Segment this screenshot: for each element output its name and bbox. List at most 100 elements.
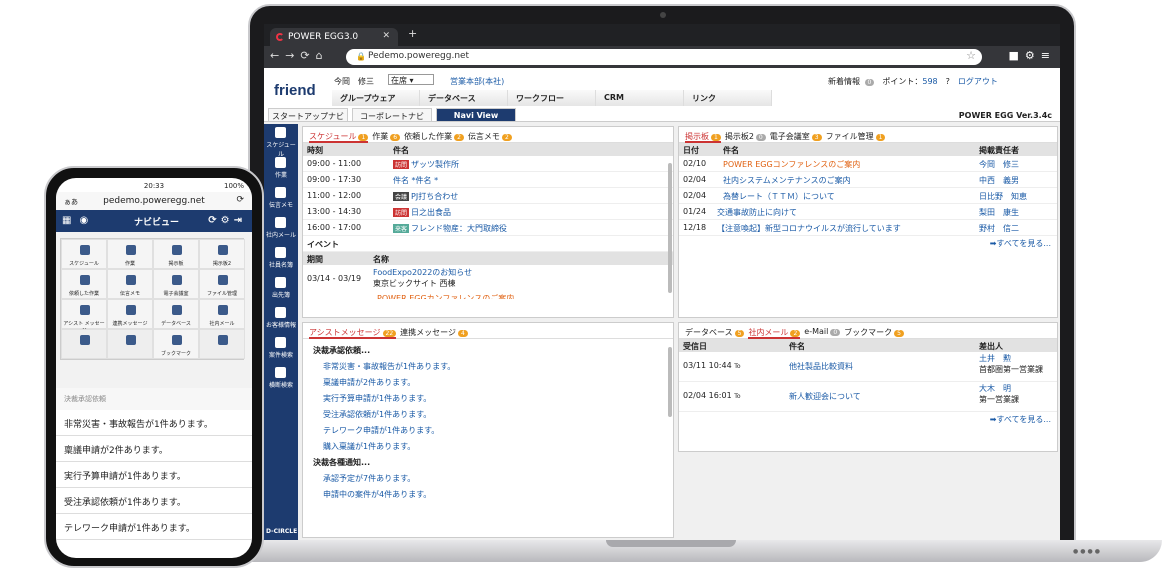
list-item[interactable]: 実行予算申請が1件あります。 — [313, 391, 663, 407]
table-row[interactable]: 11:00 - 12:00 会議 PJ打ち合わせ — [303, 188, 673, 204]
list-item[interactable]: 非常災害・事故報告が1件あります。 — [313, 359, 663, 375]
browser-tab[interactable]: POWER EGG3.0 ✕ — [270, 28, 398, 46]
scrollbar[interactable] — [668, 163, 672, 293]
board-tabs: 掲示板 1 掲示板2 0 電子会議室 3 ファイル管理 1 — [679, 127, 1057, 143]
tile[interactable]: 作業 — [107, 239, 153, 269]
table-row[interactable]: 16:00 - 17:00 来客 フレンド物産：大門取締役 — [303, 220, 673, 236]
tile[interactable]: 依頼した作業 — [61, 269, 107, 299]
list-item[interactable]: 稟議申請が2件あります。 — [56, 436, 252, 462]
tile[interactable]: 電子会議室 — [153, 269, 199, 299]
tab-database[interactable]: データベース 5 — [685, 327, 745, 338]
tile[interactable]: 伝言メモ — [107, 269, 153, 299]
list-item[interactable]: 受注承認依頼が1件あります。 — [313, 407, 663, 423]
news-link[interactable]: 新着情報 — [828, 77, 860, 86]
tab-conference[interactable]: 電子会議室 3 — [770, 131, 822, 142]
sidebar-directory[interactable]: 社員名簿 — [264, 244, 298, 274]
phone-tile-area: スケジュール 作業 掲示板 掲示板2 依頼した作業 伝言メモ 電子会議室 ファイル管理 アシ… — [56, 232, 252, 388]
sidebar-memo[interactable]: 伝言メモ — [264, 184, 298, 214]
list-item[interactable]: 実行予算申請が1件あります。 — [56, 462, 252, 488]
sidebar-customer[interactable]: お客様情報 — [264, 304, 298, 334]
close-tab-icon[interactable]: ✕ — [382, 31, 390, 41]
list-item[interactable]: 非常災害・事故報告が1件あります。 — [56, 410, 252, 436]
list-item[interactable]: テレワーク申請が1件あります。 — [56, 514, 252, 540]
version: POWER EGG Ver.3.4c — [958, 111, 1052, 120]
tab-startup[interactable]: スタートアップナビ — [268, 108, 348, 122]
tab-memo[interactable]: 伝言メモ 2 — [468, 131, 512, 142]
sidebar-search[interactable]: 横断検索 — [264, 364, 298, 394]
tab-files[interactable]: ファイル管理 1 — [826, 131, 886, 142]
tab-naviview[interactable]: Navi View — [436, 108, 516, 122]
tab-task[interactable]: 作業 6 — [372, 131, 401, 142]
status-select[interactable]: 在席 ▾ — [388, 74, 434, 85]
table-row[interactable]: 09:00 - 11:00 訪問 ザッツ製作所 — [303, 156, 673, 172]
menu-link[interactable]: リンク — [684, 90, 772, 106]
event-row[interactable]: 03/14 - 03/19 FoodExpo2022のお知らせ 東京ビックサイト 西… — [303, 265, 673, 293]
menu-groupware[interactable]: グループウェア — [332, 90, 420, 106]
table-row[interactable]: 02/04 為替レート（ＴＴＭ）について 日比野 知恵 — [679, 188, 1057, 204]
browser-menu-icons[interactable]: ■⚙≡ — [1009, 49, 1056, 62]
tab-requested[interactable]: 依頼した作業 2 — [404, 131, 464, 142]
phone-actions[interactable]: ⟳⚙⇥ — [208, 215, 246, 226]
group-notice[interactable]: 決裁各種通知... — [313, 455, 663, 471]
group-approval[interactable]: 決裁承認依頼... — [313, 343, 663, 359]
menu-crm[interactable]: CRM — [596, 90, 684, 106]
list-item[interactable]: 購入稟議が1件あります。 — [313, 439, 663, 455]
table-row[interactable]: 09:00 - 17:30 件名 *件名 * — [303, 172, 673, 188]
table-row[interactable]: 13:00 - 14:30 訪問 日之出食品 — [303, 204, 673, 220]
event-row-cut[interactable]: POWER EGGカンファレンスのご案内 — [303, 293, 673, 299]
table-row[interactable]: 02/04 社内システムメンテナンスのご案内 中西 義男 — [679, 172, 1057, 188]
scrollbar[interactable] — [668, 347, 672, 417]
tab-internal-mail[interactable]: 社内メール 2 — [748, 327, 801, 339]
tab-link-msg[interactable]: 連携メッセージ 4 — [400, 327, 468, 338]
app-header: friend 今岡 修三 在席 ▾ 営業本部(本社) 新着情報 0 ポイント：5… — [264, 68, 1060, 122]
tile[interactable]: データベース — [153, 299, 199, 329]
tab-board[interactable]: 掲示板 1 — [685, 131, 721, 143]
menu-workflow[interactable]: ワークフロー — [508, 90, 596, 106]
tile[interactable]: ブックマーク — [153, 329, 199, 359]
nav-buttons[interactable]: ←→⟳⌂ — [270, 49, 329, 62]
tile[interactable]: スケジュール — [61, 239, 107, 269]
help-icon[interactable]: ? — [946, 77, 950, 86]
table-row[interactable]: 02/10 POWER EGGコンファレンスのご案内 今岡 修三 — [679, 156, 1057, 172]
tab-board2[interactable]: 掲示板2 0 — [725, 131, 766, 142]
tab-email[interactable]: e-Mail 0 — [804, 327, 841, 338]
menu-database[interactable]: データベース — [420, 90, 508, 106]
table-row[interactable]: 12/18 【注意喚起】新型コロナウイルスが流行しています 野村 信二 — [679, 220, 1057, 236]
list-item[interactable]: 申請中の案件が4件あります。 — [313, 487, 663, 503]
reload-icon[interactable]: ⟳ — [236, 195, 244, 205]
list-item[interactable]: 稟議申請が2件あります。 — [313, 375, 663, 391]
logout-link[interactable]: ログアウト — [958, 77, 998, 86]
tile[interactable]: 連携メッセージ — [107, 299, 153, 329]
schedule-panel: スケジュール 1 作業 6 依頼した作業 2 伝言メモ 2 時刻 件名 09:00 - 1… — [302, 126, 674, 318]
table-row[interactable]: 01/24 交通事故防止に向けて 梨田 康生 — [679, 204, 1057, 220]
points-value: 598 — [922, 77, 938, 86]
tile[interactable]: ファイル管理 — [199, 269, 245, 299]
tab-schedule[interactable]: スケジュール 1 — [309, 131, 369, 143]
board-more-link[interactable]: ➡すべてを見る... — [679, 236, 1057, 251]
sidebar-mail[interactable]: 社内メール — [264, 214, 298, 244]
list-item[interactable]: 受注承認依頼が1件あります。 — [56, 488, 252, 514]
tab-bookmark[interactable]: ブックマーク 5 — [844, 327, 904, 338]
sidebar-case[interactable]: 案件検索 — [264, 334, 298, 364]
status-value: 在席 — [391, 76, 407, 85]
table-row[interactable]: 02/04 16:01 To 新人歓迎会について 大木 明第一営業課 — [679, 382, 1057, 412]
address-bar[interactable]: 🔒 Pedemo.poweregg.net ☆ — [346, 49, 982, 65]
phone-address-bar[interactable]: ぁあ pedemo.poweregg.net ⟳ — [56, 192, 252, 210]
new-tab-icon[interactable]: + — [408, 27, 417, 40]
tab-corporate[interactable]: コーポレートナビ — [352, 108, 432, 122]
tile[interactable]: 掲示板 — [153, 239, 199, 269]
table-row[interactable]: 03/11 10:44 To 他社製品比較資料 土井 勲首都圏第一営業課 — [679, 352, 1057, 382]
sidebar-task[interactable]: 作業 — [264, 154, 298, 184]
tile[interactable]: 社内メール — [199, 299, 245, 329]
list-item[interactable]: 承認予定が7件あります。 — [313, 471, 663, 487]
mail-more-link[interactable]: ➡すべてを見る... — [679, 412, 1057, 427]
tile[interactable]: アシスト メッセージ — [61, 299, 107, 334]
menu-icon[interactable]: ▦◉ — [62, 215, 96, 226]
star-icon[interactable]: ☆ — [966, 49, 976, 62]
list-item[interactable]: テレワーク申請が1件あります。 — [313, 423, 663, 439]
sidebar-out[interactable]: 出先簿 — [264, 274, 298, 304]
tab-assist[interactable]: アシストメッセージ 22 — [309, 327, 397, 339]
dept-link[interactable]: 営業本部(本社) — [450, 76, 504, 87]
sidebar-schedule[interactable]: スケジュール — [264, 124, 298, 158]
tile[interactable]: 掲示板2 — [199, 239, 245, 269]
